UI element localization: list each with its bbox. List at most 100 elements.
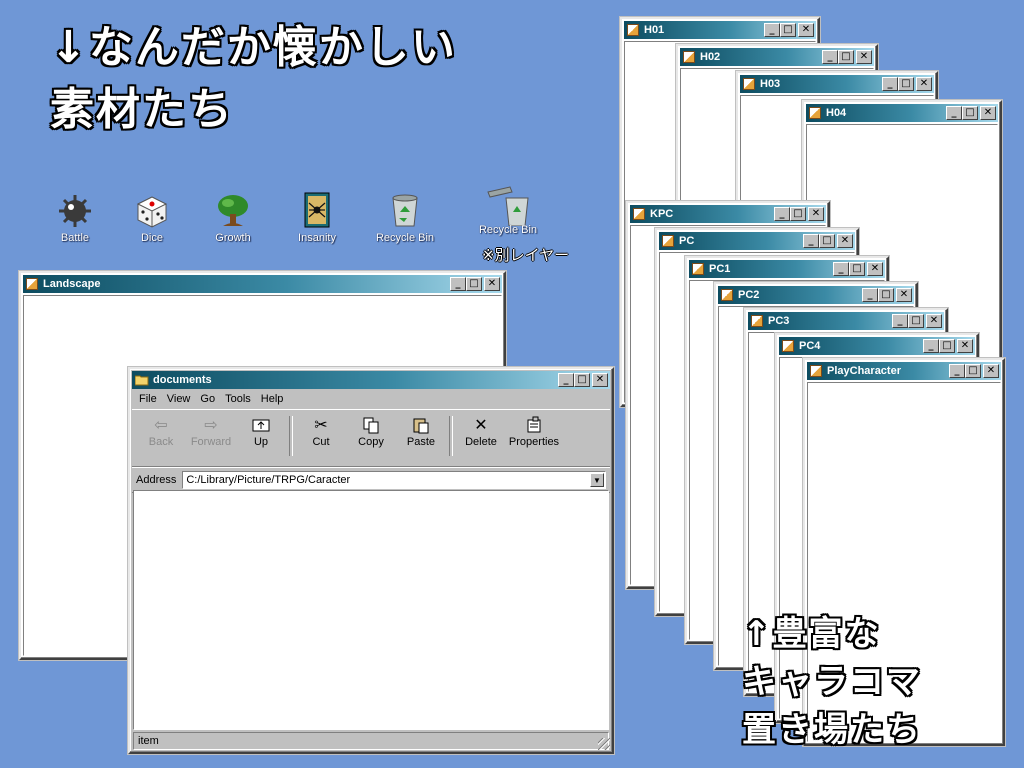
minimize-button[interactable]: _	[949, 364, 965, 378]
window-title: H02	[700, 51, 721, 63]
tree-icon	[218, 195, 248, 226]
maximize-button[interactable]: □	[790, 207, 806, 221]
maximize-button[interactable]: □	[908, 314, 924, 328]
properties-button[interactable]: Properties	[506, 412, 562, 448]
titlebar[interactable]: PC4 _ □ ✕	[779, 337, 975, 355]
maximize-button[interactable]: □	[878, 288, 894, 302]
address-label: Address	[136, 474, 177, 486]
minimize-button[interactable]: _	[923, 339, 939, 353]
minimize-button[interactable]: _	[774, 207, 790, 221]
maximize-button[interactable]: □	[819, 234, 835, 248]
menu-go[interactable]: Go	[195, 393, 220, 405]
close-button[interactable]: ✕	[798, 23, 814, 37]
desktop-icon-dice[interactable]: Dice	[117, 192, 187, 244]
copy-button[interactable]: Copy	[346, 412, 396, 448]
maximize-button[interactable]: □	[849, 262, 865, 276]
minimize-button[interactable]: _	[764, 23, 780, 37]
titlebar[interactable]: PC3 _ □ ✕	[748, 312, 944, 330]
desktop-icon-recycle-bin[interactable]: Recycle Bin	[370, 192, 440, 244]
titlebar[interactable]: documents _ □ ✕	[132, 371, 610, 389]
bomb-icon	[59, 195, 91, 227]
minimize-button[interactable]: _	[833, 262, 849, 276]
titlebar[interactable]: H03 _ □ ✕	[740, 75, 934, 93]
up-folder-icon	[236, 416, 286, 436]
close-button[interactable]: ✕	[856, 50, 872, 64]
minimize-button[interactable]: _	[558, 373, 574, 387]
minimize-button[interactable]: _	[450, 277, 466, 291]
folder-icon	[135, 375, 149, 386]
maximize-button[interactable]: □	[466, 277, 482, 291]
address-input[interactable]: C:/Library/Picture/TRPG/Caracter ▼	[182, 471, 606, 489]
maximize-button[interactable]: □	[898, 77, 914, 91]
maximize-button[interactable]: □	[838, 50, 854, 64]
maximize-button[interactable]: □	[965, 364, 981, 378]
minimize-button[interactable]: _	[946, 106, 962, 120]
forward-label: Forward	[190, 436, 232, 448]
menu-view[interactable]: View	[162, 393, 196, 405]
close-button[interactable]: ✕	[983, 364, 999, 378]
window-title: PC	[679, 235, 695, 247]
resize-grip-icon[interactable]	[598, 738, 610, 750]
minimize-button[interactable]: _	[803, 234, 819, 248]
paste-button[interactable]: Paste	[396, 412, 446, 448]
back-button[interactable]: ⇦ Back	[136, 412, 186, 448]
headline-line-2: 素材たち	[50, 84, 234, 135]
footer-line-2: キャラコマ	[742, 662, 922, 702]
close-button[interactable]: ✕	[896, 288, 912, 302]
dropdown-arrow-icon[interactable]: ▼	[590, 473, 604, 487]
delete-button[interactable]: ✕ Delete	[456, 412, 506, 448]
close-button[interactable]: ✕	[837, 234, 853, 248]
desktop-icon-label: Recycle Bin	[375, 232, 435, 244]
maximize-button[interactable]: □	[939, 339, 955, 353]
titlebar[interactable]: KPC _ □ ✕	[630, 205, 826, 223]
headline-line-1: ↓なんだか懐かしい	[50, 22, 457, 73]
titlebar[interactable]: PC1 _ □ ✕	[689, 260, 885, 278]
titlebar[interactable]: H01 _ □ ✕	[624, 21, 816, 39]
desktop-icon-growth[interactable]: Growth	[198, 192, 268, 244]
close-button[interactable]: ✕	[916, 77, 932, 91]
window-documents-explorer[interactable]: documents _ □ ✕ File View Go Tools Help ⇦ …	[127, 366, 615, 755]
cut-button[interactable]: ✂ Cut	[296, 412, 346, 448]
close-button[interactable]: ✕	[808, 207, 824, 221]
dice-icon	[136, 196, 168, 228]
minimize-button[interactable]: _	[882, 77, 898, 91]
menu-file[interactable]: File	[134, 393, 162, 405]
desktop-icon-battle[interactable]: Battle	[40, 192, 110, 244]
close-button[interactable]: ✕	[957, 339, 973, 353]
desktop-icon-label: Recycle Bin	[478, 224, 538, 236]
menu-help[interactable]: Help	[256, 393, 289, 405]
titlebar[interactable]: H04 _ □ ✕	[806, 104, 998, 122]
desktop-icon-insanity[interactable]: Insanity	[282, 192, 352, 244]
close-button[interactable]: ✕	[867, 262, 883, 276]
close-button[interactable]: ✕	[980, 106, 996, 120]
titlebar[interactable]: H02 _ □ ✕	[680, 48, 874, 66]
close-button[interactable]: ✕	[592, 373, 608, 387]
delete-x-icon: ✕	[474, 417, 488, 434]
window-title: PC3	[768, 315, 790, 327]
close-button[interactable]: ✕	[484, 277, 500, 291]
up-button[interactable]: Up	[236, 412, 286, 448]
window-app-icon	[782, 340, 794, 352]
minimize-button[interactable]: _	[892, 314, 908, 328]
titlebar[interactable]: PlayCharacter _ □ ✕	[807, 362, 1001, 380]
window-app-icon	[743, 78, 755, 90]
minimize-button[interactable]: _	[822, 50, 838, 64]
titlebar[interactable]: Landscape _ □ ✕	[23, 275, 502, 293]
desktop-icon-recycle-bin-alt[interactable]: Recycle Bin	[473, 186, 543, 236]
titlebar[interactable]: PC _ □ ✕	[659, 232, 855, 250]
forward-button[interactable]: ⇨ Forward	[186, 412, 236, 448]
file-list-area[interactable]	[133, 490, 609, 730]
minimize-button[interactable]: _	[862, 288, 878, 302]
maximize-button[interactable]: □	[780, 23, 796, 37]
maximize-button[interactable]: □	[574, 373, 590, 387]
close-button[interactable]: ✕	[926, 314, 942, 328]
window-app-icon	[633, 208, 645, 220]
window-app-icon	[751, 315, 763, 327]
maximize-button[interactable]: □	[962, 106, 978, 120]
titlebar[interactable]: PC2 _ □ ✕	[718, 286, 914, 304]
desktop-icon-label: Dice	[140, 232, 163, 244]
window-title: PC2	[738, 289, 760, 301]
properties-icon	[506, 416, 562, 436]
menu-tools[interactable]: Tools	[220, 393, 256, 405]
desktop-icon-label: Battle	[60, 232, 90, 244]
